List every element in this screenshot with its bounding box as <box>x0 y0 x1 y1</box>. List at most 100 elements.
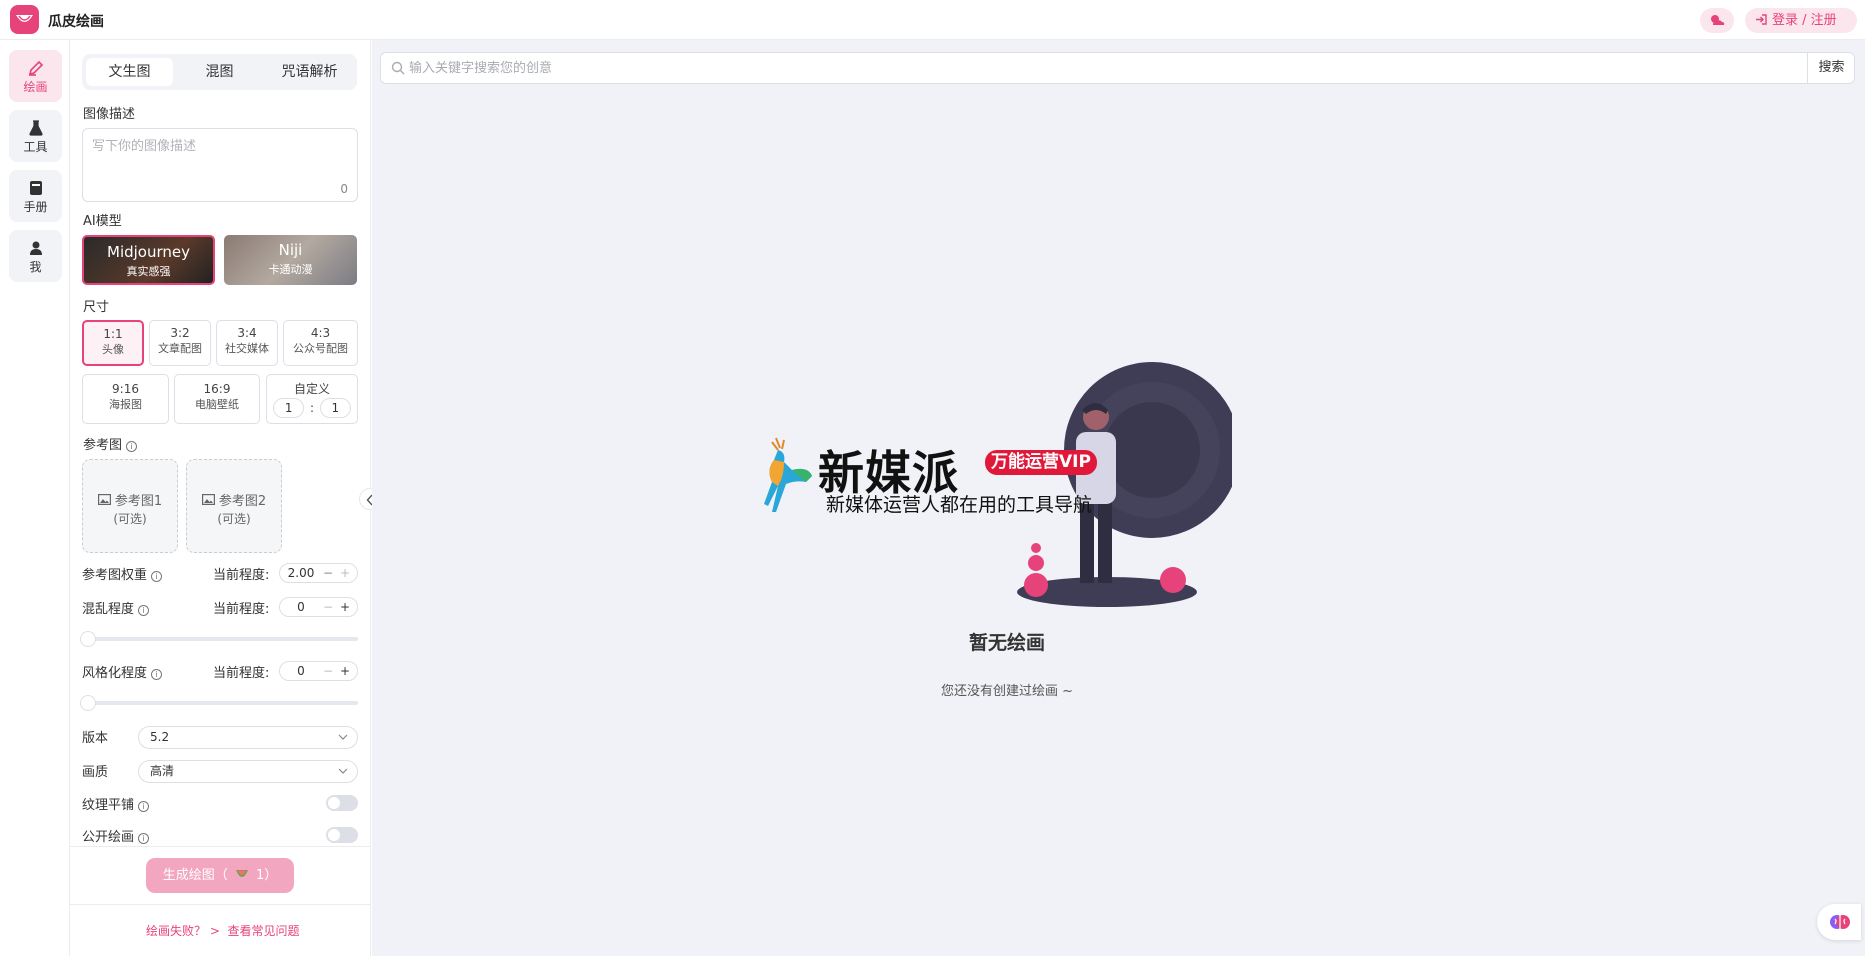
chaos-slider-handle[interactable] <box>80 631 96 647</box>
plus-icon[interactable]: + <box>340 598 350 616</box>
model-name: Niji <box>278 241 303 259</box>
info-icon[interactable]: i <box>151 669 163 680</box>
app-logo-icon[interactable] <box>10 5 39 34</box>
stylize-current-label: 当前程度: <box>213 666 270 681</box>
info-icon[interactable]: i <box>138 801 150 812</box>
search-input[interactable] <box>409 53 1739 83</box>
info-icon[interactable]: i <box>138 833 150 844</box>
size-option-16-9[interactable]: 16:9 电脑壁纸 <box>174 374 260 424</box>
size-ratio: 9:16 <box>112 382 139 396</box>
size-ratio: 1:1 <box>103 327 123 341</box>
model-desc: 卡通动漫 <box>268 263 313 276</box>
deer-logo-icon <box>764 437 812 512</box>
reference-label: 参考图 i <box>83 434 138 453</box>
size-option-4-3[interactable]: 4:3 公众号配图 <box>283 320 358 366</box>
divider <box>70 904 371 905</box>
stylize-slider[interactable] <box>80 695 358 711</box>
reference-slot-1[interactable]: 参考图1 (可选) <box>82 459 178 553</box>
model-option-niji[interactable]: Niji 卡通动漫 <box>224 235 357 285</box>
reference-slot-label: 参考图1 <box>114 494 163 509</box>
quality-select[interactable]: 高清 <box>138 760 358 783</box>
size-option-3-2[interactable]: 3:2 文章配图 <box>149 320 211 366</box>
stylize-stepper[interactable]: 0 − + <box>279 661 358 681</box>
stylize-label: 风格化程度 i <box>82 662 163 681</box>
public-toggle[interactable] <box>326 827 358 843</box>
watermark-badge: 万能运营VIP <box>985 450 1097 475</box>
login-label: 登录 / 注册 <box>1772 13 1837 28</box>
toggle-knob <box>328 829 340 841</box>
assistant-float-button[interactable] <box>1817 904 1861 940</box>
chevron-down-icon <box>338 768 348 774</box>
weight-value: 2.00 <box>287 566 315 580</box>
size-desc: 社交媒体 <box>225 342 269 355</box>
version-label: 版本 <box>82 731 109 746</box>
chaos-stepper[interactable]: 0 − + <box>279 597 358 617</box>
model-label: AI模型 <box>83 214 122 229</box>
mode-tabs: 文生图 混图 咒语解析 <box>82 54 357 90</box>
version-select[interactable]: 5.2 <box>138 726 358 749</box>
rail-item-tools[interactable]: 工具 <box>9 110 62 162</box>
rail-item-manual[interactable]: 手册 <box>9 170 62 222</box>
weight-stepper[interactable]: 2.00 − + <box>279 563 358 583</box>
tab-blend[interactable]: 混图 <box>176 58 263 86</box>
tile-toggle[interactable] <box>326 795 358 811</box>
theme-toggle-button[interactable] <box>1700 8 1734 33</box>
reference-label-text: 参考图 <box>83 438 123 453</box>
info-icon[interactable]: i <box>138 605 150 616</box>
watermelon-icon <box>235 870 248 877</box>
minus-icon[interactable]: − <box>323 598 333 616</box>
flask-icon <box>28 120 43 136</box>
size-desc: 海报图 <box>109 398 142 411</box>
info-icon[interactable]: i <box>126 441 138 452</box>
tile-label: 纹理平铺 i <box>82 794 150 813</box>
public-label: 公开绘画 i <box>82 826 150 845</box>
reference-slot-optional: (可选) <box>217 512 251 526</box>
search-button[interactable]: 搜索 <box>1807 53 1855 83</box>
generate-button[interactable]: 生成绘图（ 1） <box>146 858 294 893</box>
draw-failed-link[interactable]: 绘画失败？ > <box>146 924 220 938</box>
custom-width-input[interactable]: 1 <box>273 398 305 418</box>
brush-icon <box>28 60 43 76</box>
chaos-label-text: 混乱程度 <box>82 602 135 617</box>
plus-icon[interactable]: + <box>340 662 350 680</box>
size-option-custom[interactable]: 自定义 1 : 1 <box>266 374 358 424</box>
size-ratio: 4:3 <box>310 326 331 340</box>
search-bar: 搜索 <box>380 52 1855 84</box>
size-option-9-16[interactable]: 9:16 海报图 <box>82 374 169 424</box>
login-button[interactable]: 登录 / 注册 <box>1745 8 1857 33</box>
chaos-slider[interactable] <box>80 631 358 647</box>
watermark-subtitle: 新媒体运营人都在用的工具导航 <box>826 494 1093 516</box>
tab-prompt-analysis[interactable]: 咒语解析 <box>266 58 353 86</box>
weight-label: 参考图权重 i <box>82 564 163 583</box>
chaos-label: 混乱程度 i <box>82 598 150 617</box>
search-icon <box>391 61 405 75</box>
minus-icon[interactable]: − <box>323 662 333 680</box>
info-icon[interactable]: i <box>151 571 163 582</box>
faq-link[interactable]: 查看常见问题 <box>228 924 300 938</box>
tab-text-to-image[interactable]: 文生图 <box>86 58 173 86</box>
weight-current-label: 当前程度: <box>213 568 270 583</box>
prompt-field: 0 <box>82 128 358 202</box>
prompt-char-count: 0 <box>340 182 348 196</box>
reference-slot-2[interactable]: 参考图2 (可选) <box>186 459 282 553</box>
custom-height-input[interactable]: 1 <box>319 398 351 418</box>
rail-item-label: 工具 <box>23 140 48 154</box>
image-icon <box>97 494 111 506</box>
chevron-down-icon <box>338 734 348 740</box>
user-icon <box>29 241 42 255</box>
top-bar: 瓜皮绘画 登录 / 注册 <box>0 0 1865 40</box>
rail-item-me[interactable]: 我 <box>9 230 62 282</box>
prompt-input[interactable] <box>83 129 357 201</box>
size-option-3-4[interactable]: 3:4 社交媒体 <box>216 320 278 366</box>
plus-icon[interactable]: + <box>340 564 350 582</box>
generate-label: 生成绘图（ <box>162 868 228 883</box>
reference-slot-label: 参考图2 <box>218 494 267 509</box>
public-label-text: 公开绘画 <box>82 830 135 845</box>
size-option-1-1[interactable]: 1:1 头像 <box>82 320 144 366</box>
stylize-value: 0 <box>297 664 305 678</box>
minus-icon[interactable]: − <box>323 564 333 582</box>
rail-item-draw[interactable]: 绘画 <box>9 50 62 102</box>
image-icon <box>201 494 215 506</box>
model-option-midjourney[interactable]: Midjourney 真实感强 <box>82 235 215 285</box>
stylize-slider-handle[interactable] <box>80 695 96 711</box>
